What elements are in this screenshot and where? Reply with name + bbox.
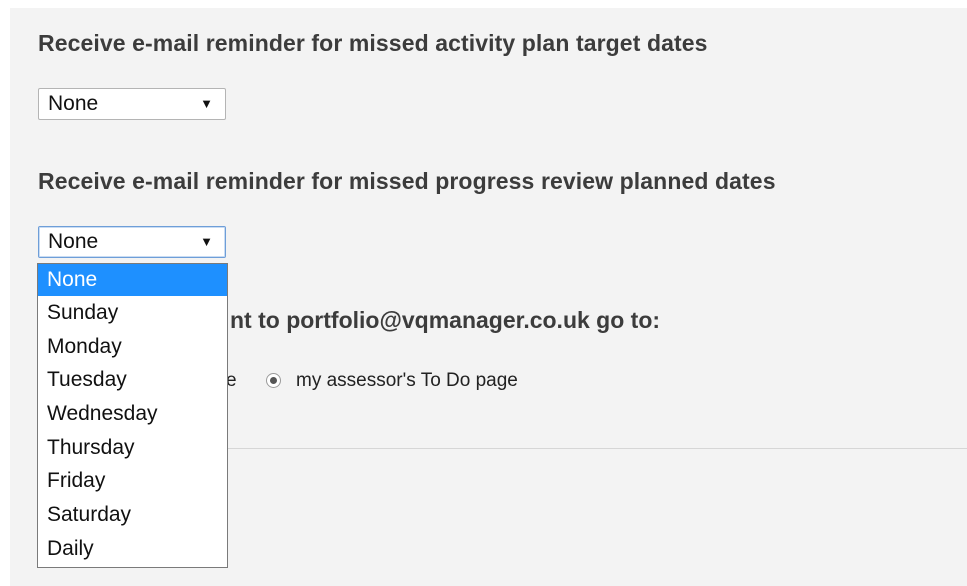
divider: [228, 448, 967, 449]
dropdown-option-tuesday[interactable]: Tuesday: [38, 363, 227, 397]
activity-plan-reminder-select[interactable]: None ▼: [38, 88, 226, 120]
email-routing-heading: nt to portfolio@vqmanager.co.uk go to:: [230, 307, 661, 333]
dropdown-option-thursday[interactable]: Thursday: [38, 431, 227, 465]
triangle-down-icon: ▼: [200, 96, 213, 111]
progress-review-reminder-heading: Receive e-mail reminder for missed progr…: [38, 168, 776, 194]
select-value: None: [48, 230, 99, 253]
activity-plan-reminder-heading: Receive e-mail reminder for missed activ…: [38, 30, 708, 56]
radio-checked-dot: [270, 377, 277, 384]
select-value: None: [48, 92, 99, 115]
dropdown-option-wednesday[interactable]: Wednesday: [38, 397, 227, 431]
dropdown-option-daily[interactable]: Daily: [38, 532, 227, 566]
day-dropdown-list: None Sunday Monday Tuesday Wednesday Thu…: [37, 263, 228, 568]
radio-assessor-todo[interactable]: [266, 373, 281, 388]
dropdown-option-none[interactable]: None: [38, 264, 227, 296]
dropdown-option-friday[interactable]: Friday: [38, 464, 227, 498]
dropdown-option-saturday[interactable]: Saturday: [38, 498, 227, 532]
dropdown-option-monday[interactable]: Monday: [38, 330, 227, 364]
progress-review-reminder-select[interactable]: None ▼: [38, 226, 226, 258]
dropdown-option-sunday[interactable]: Sunday: [38, 296, 227, 330]
triangle-down-icon: ▼: [200, 234, 213, 249]
radio-option-2-label: my assessor's To Do page: [296, 370, 518, 391]
